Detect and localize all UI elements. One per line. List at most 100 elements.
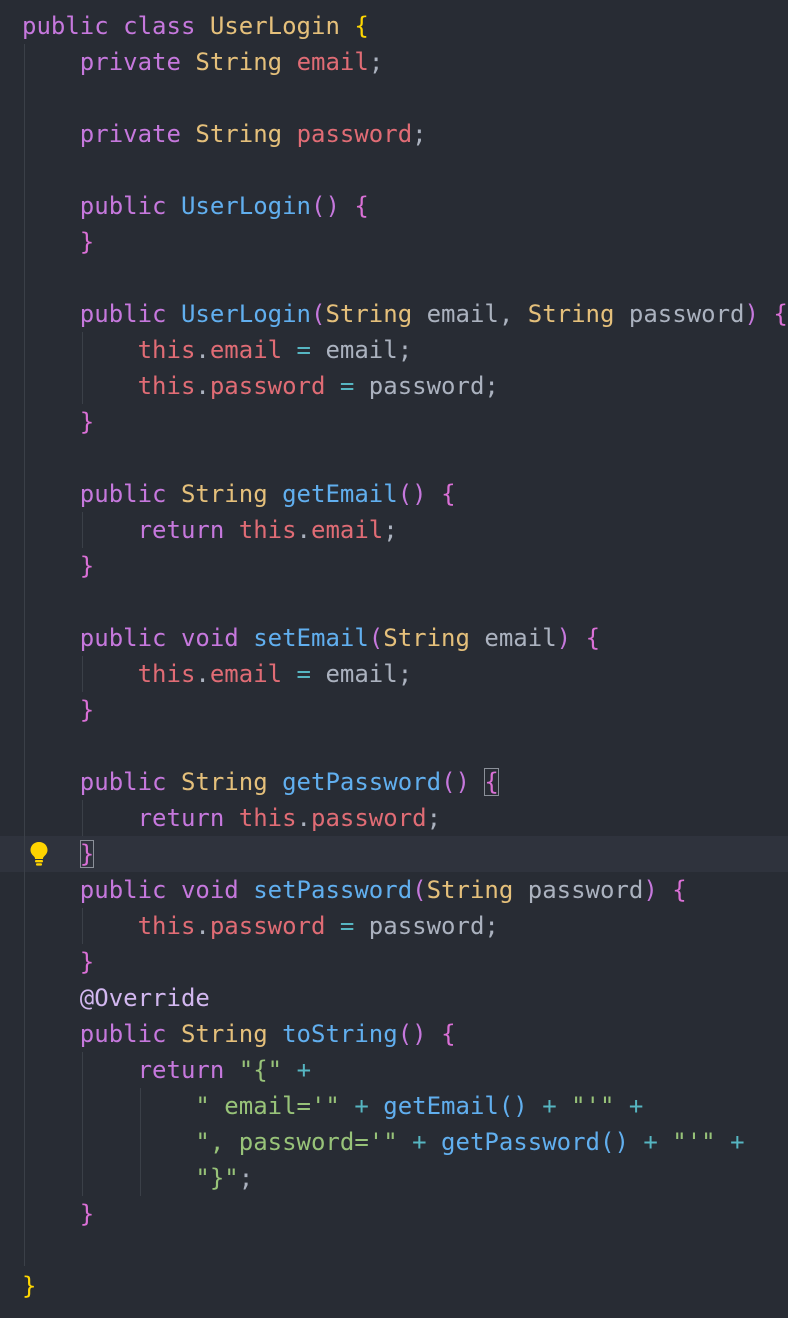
- code-line[interactable]: @Override: [22, 980, 210, 1016]
- code-token: this: [238, 516, 297, 544]
- code-line[interactable]: }: [22, 548, 94, 584]
- code-line[interactable]: }: [22, 404, 94, 440]
- code-editor[interactable]: public class UserLogin { private String …: [0, 0, 788, 1318]
- code-token: {: [672, 876, 687, 904]
- code-token: password: [209, 372, 326, 400]
- code-token: email: [311, 516, 384, 544]
- code-token: {: [354, 192, 369, 220]
- code-line[interactable]: this.password = password;: [22, 368, 499, 404]
- code-line[interactable]: "}";: [22, 1160, 253, 1196]
- code-token: password: [311, 804, 427, 832]
- code-token: return: [137, 1056, 225, 1084]
- code-line[interactable]: return this.password;: [22, 800, 441, 836]
- code-line[interactable]: private String email;: [22, 44, 383, 80]
- code-token: email;: [311, 336, 413, 364]
- code-token: ): [556, 624, 572, 652]
- code-token: ", password='": [195, 1128, 398, 1156]
- code-line[interactable]: }: [22, 836, 95, 872]
- code-line[interactable]: return this.email;: [22, 512, 398, 548]
- code-token: void: [180, 624, 239, 652]
- code-token: void: [180, 876, 239, 904]
- code-token: (: [311, 300, 326, 328]
- code-token: this: [137, 912, 196, 940]
- code-token: ;: [368, 48, 384, 76]
- code-line[interactable]: }: [22, 692, 94, 728]
- code-line[interactable]: }: [22, 1196, 94, 1232]
- code-line[interactable]: return "{" +: [22, 1052, 311, 1088]
- code-line[interactable]: this.email = email;: [22, 332, 413, 368]
- code-token: ;: [412, 120, 427, 148]
- code-line[interactable]: public String getPassword() {: [22, 764, 499, 800]
- code-token: email: [209, 660, 283, 688]
- code-line[interactable]: public String getEmail() {: [22, 476, 456, 512]
- code-line[interactable]: public UserLogin() {: [22, 188, 369, 224]
- code-token: +: [542, 1092, 557, 1120]
- code-token: +: [628, 1092, 644, 1120]
- code-token: "'": [571, 1092, 615, 1120]
- code-token: public: [79, 192, 167, 220]
- code-token: }: [79, 1200, 95, 1228]
- code-line[interactable]: " email='" + getEmail() + "'" +: [22, 1088, 643, 1124]
- code-token: return: [137, 516, 225, 544]
- code-token: {: [354, 12, 369, 40]
- code-line[interactable]: }: [22, 224, 94, 260]
- code-token: getPassword: [441, 1128, 600, 1156]
- code-line[interactable]: this.email = email;: [22, 656, 413, 692]
- code-token: String: [195, 48, 283, 76]
- code-line[interactable]: }: [22, 1268, 36, 1304]
- code-token: this: [238, 804, 297, 832]
- code-token: email,: [412, 300, 528, 328]
- code-line[interactable]: }: [22, 944, 94, 980]
- code-line[interactable]: this.password = password;: [22, 908, 499, 944]
- code-token: email: [209, 336, 283, 364]
- code-token: }: [79, 552, 95, 580]
- code-line[interactable]: public String toString() {: [22, 1016, 456, 1052]
- code-token: (): [397, 480, 427, 508]
- code-line[interactable]: public void setEmail(String email) {: [22, 620, 600, 656]
- code-token: email: [296, 48, 369, 76]
- code-token: }: [79, 408, 95, 436]
- code-line[interactable]: public class UserLogin {: [22, 8, 369, 44]
- code-token: +: [643, 1128, 658, 1156]
- code-token: (: [368, 624, 384, 652]
- code-token: "}": [195, 1164, 239, 1192]
- code-line[interactable]: public void setPassword(String password)…: [22, 872, 687, 908]
- code-token: String: [426, 876, 514, 904]
- code-token: public: [79, 480, 167, 508]
- code-line[interactable]: private String password;: [22, 116, 427, 152]
- code-line[interactable]: ", password='" + getPassword() + "'" +: [22, 1124, 744, 1160]
- matched-bracket: }: [79, 840, 95, 868]
- code-token: {: [585, 624, 601, 652]
- code-token: UserLogin: [180, 300, 311, 328]
- code-line[interactable]: public UserLogin(String email, String pa…: [22, 296, 788, 332]
